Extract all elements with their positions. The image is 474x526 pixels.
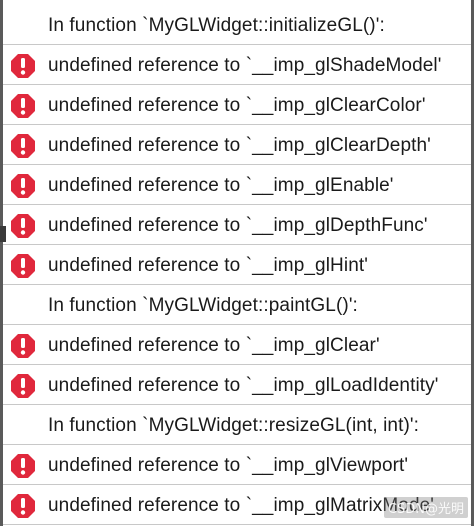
issue-error-row[interactable]: undefined reference to `__imp_glHint' <box>3 247 471 285</box>
issue-message: undefined reference to `__imp_glClearCol… <box>48 94 426 116</box>
issue-message: undefined reference to `__imp_glLoadIden… <box>48 374 439 396</box>
icon-slot-empty <box>3 287 43 325</box>
issue-error-row[interactable]: undefined reference to `__imp_glEnable' <box>3 167 471 205</box>
error-icon <box>11 133 35 158</box>
issue-error-row[interactable]: undefined reference to `__imp_glClearDep… <box>3 127 471 165</box>
issue-error-row[interactable]: undefined reference to `__imp_glClear' <box>3 327 471 365</box>
issue-context-row[interactable]: In function `MyGLWidget::paintGL()': <box>3 287 471 325</box>
issue-message: undefined reference to `__imp_glClearDep… <box>48 134 431 156</box>
issue-message: undefined reference to `__imp_glHint' <box>48 254 368 276</box>
issue-message: undefined reference to `__imp_glShadeMod… <box>48 54 442 76</box>
error-icon <box>11 53 35 78</box>
issue-message: undefined reference to `__imp_glViewport… <box>48 454 409 476</box>
error-icon <box>11 373 35 398</box>
error-icon <box>11 453 35 478</box>
issue-message: undefined reference to `__imp_glMatrixMo… <box>48 494 435 516</box>
error-icon <box>11 333 35 358</box>
issue-error-row[interactable]: undefined reference to `__imp_glDepthFun… <box>3 207 471 245</box>
issue-context-row[interactable]: In function `MyGLWidget::resizeGL(int, i… <box>3 407 471 445</box>
issue-error-row[interactable]: undefined reference to `__imp_glLoadIden… <box>3 367 471 405</box>
issue-message: In function `MyGLWidget::resizeGL(int, i… <box>48 414 420 436</box>
watermark: CSDN@光明 <box>383 497 468 518</box>
error-icon <box>11 253 35 278</box>
error-icon <box>11 493 35 518</box>
issue-message: In function `MyGLWidget::initializeGL()'… <box>48 14 385 36</box>
issue-message: undefined reference to `__imp_glEnable' <box>48 174 394 196</box>
icon-slot-empty <box>3 7 43 45</box>
issue-error-row[interactable]: undefined reference to `__imp_glViewport… <box>3 447 471 485</box>
issue-error-row[interactable]: undefined reference to `__imp_glShadeMod… <box>3 47 471 85</box>
error-icon <box>11 213 35 238</box>
splitter-handle[interactable] <box>0 226 6 242</box>
issue-message: undefined reference to `__imp_glClear' <box>48 334 380 356</box>
issue-context-row[interactable]: In function `MyGLWidget::initializeGL()'… <box>3 7 471 45</box>
issue-message: undefined reference to `__imp_glDepthFun… <box>48 214 428 236</box>
issue-error-row[interactable]: undefined reference to `__imp_glClearCol… <box>3 87 471 125</box>
build-issues-list: In function `MyGLWidget::initializeGL()'… <box>0 0 474 526</box>
error-icon <box>11 173 35 198</box>
error-icon <box>11 93 35 118</box>
icon-slot-empty <box>3 407 43 445</box>
issue-message: In function `MyGLWidget::paintGL()': <box>48 294 358 316</box>
